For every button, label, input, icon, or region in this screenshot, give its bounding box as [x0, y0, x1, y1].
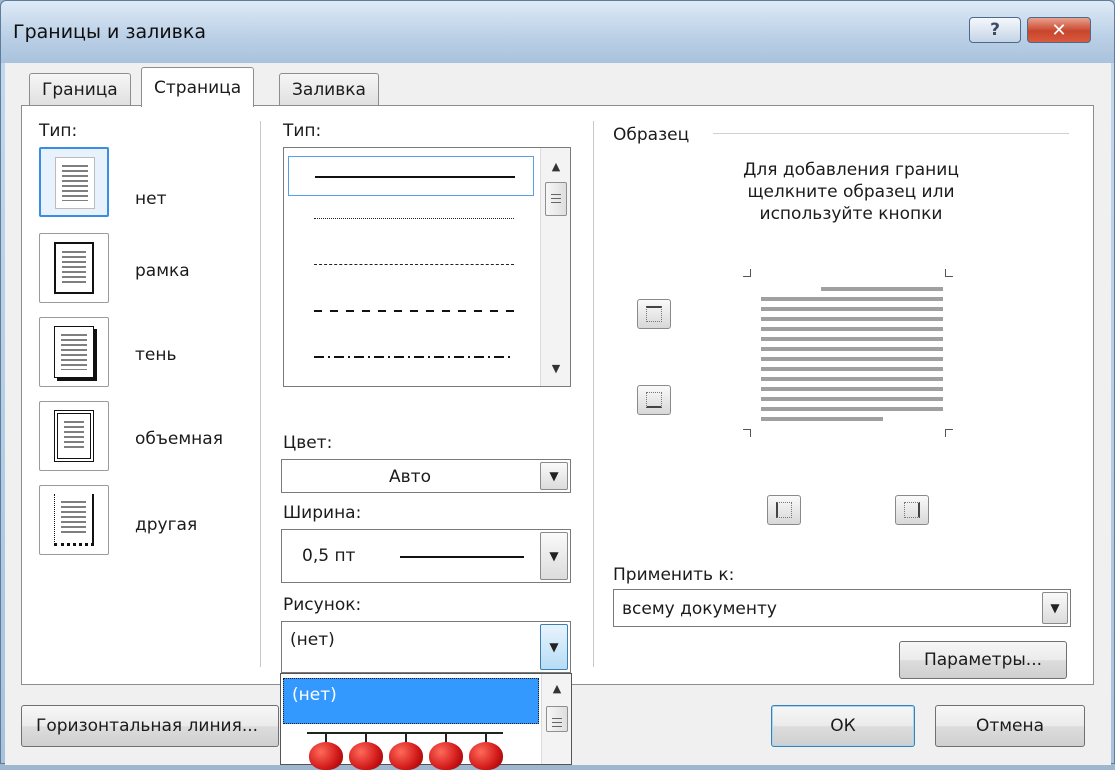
art-option-none[interactable]: (нет)	[283, 678, 539, 724]
width-value: 0,5 пт	[302, 546, 356, 566]
apply-to-value: всему документу	[622, 599, 777, 619]
style-label: Тип:	[283, 121, 322, 141]
preview-hint: Для добавления границ щелкните образец и…	[743, 160, 959, 224]
art-combo[interactable]: (нет) ▼	[281, 621, 571, 673]
scroll-down-icon[interactable]: ▼	[541, 362, 571, 375]
setting-custom-label[interactable]: другая	[135, 515, 197, 535]
divider	[260, 121, 261, 667]
setting-none-icon[interactable]	[39, 147, 109, 217]
berry-icon	[349, 742, 383, 770]
preview-label: Образец	[613, 125, 690, 145]
setting-shadow-label[interactable]: тень	[135, 345, 177, 365]
close-icon: ✕	[1051, 19, 1067, 41]
scroll-up-icon[interactable]: ▲	[541, 160, 571, 173]
scroll-thumb[interactable]	[545, 182, 567, 216]
bottom-border-button[interactable]	[637, 385, 671, 415]
tab-page-border[interactable]: Страница	[141, 67, 255, 107]
color-value: Авто	[389, 467, 431, 487]
tab-borders[interactable]: Граница	[29, 73, 131, 105]
berry-icon	[429, 742, 463, 770]
art-option-berries[interactable]	[285, 726, 539, 770]
style-option-dash-dot[interactable]	[288, 340, 534, 376]
style-option-dashed[interactable]	[288, 294, 534, 330]
berry-icon	[389, 742, 423, 770]
art-label: Рисунок:	[283, 595, 362, 615]
chevron-down-icon[interactable]: ▼	[540, 462, 568, 490]
preview-separator	[713, 133, 1069, 134]
apply-to-combo[interactable]: всему документу ▼	[613, 589, 1071, 627]
setting-shadow-icon[interactable]	[39, 317, 109, 387]
top-border-icon	[646, 306, 662, 322]
setting-box-icon[interactable]	[39, 233, 109, 303]
berry-icon	[309, 742, 343, 770]
art-dropdown-list[interactable]: (нет) ▲	[280, 673, 572, 770]
ok-button[interactable]: ОК	[771, 705, 915, 747]
art-list-scrollbar[interactable]: ▲	[541, 674, 571, 764]
color-label: Цвет:	[283, 433, 333, 453]
title-bar[interactable]: Границы и заливка ? ✕	[1, 1, 1114, 63]
cancel-button-label: Отмена	[975, 716, 1045, 736]
close-button[interactable]: ✕	[1027, 17, 1091, 43]
tab-label: Страница	[154, 77, 242, 98]
scroll-thumb[interactable]	[546, 706, 568, 732]
style-option-solid[interactable]	[288, 156, 534, 196]
setting-none-label[interactable]: нет	[135, 189, 166, 209]
tab-shading[interactable]: Заливка	[279, 73, 379, 105]
top-border-button[interactable]	[637, 299, 671, 329]
options-button-label: Параметры...	[923, 650, 1043, 670]
chevron-down-icon[interactable]: ▼	[540, 624, 568, 670]
width-label: Ширина:	[283, 503, 362, 523]
style-option-dotted[interactable]	[288, 200, 534, 236]
help-button[interactable]: ?	[969, 17, 1021, 43]
ok-button-label: ОК	[830, 716, 856, 736]
chevron-down-icon[interactable]: ▼	[540, 532, 568, 580]
preview-page[interactable]	[735, 261, 971, 445]
width-combo[interactable]: 0,5 пт ▼	[281, 529, 571, 583]
setting-label: Тип:	[39, 121, 78, 141]
right-border-icon	[904, 502, 920, 518]
berry-icon	[469, 742, 503, 770]
dialog-title: Границы и заливка	[13, 21, 206, 43]
color-combo[interactable]: Авто ▼	[281, 459, 571, 493]
bottom-border-icon	[646, 392, 662, 408]
setting-3d-icon[interactable]	[39, 401, 109, 471]
style-list[interactable]: ▲ ▼	[283, 147, 571, 387]
setting-3d-label[interactable]: объемная	[135, 429, 223, 449]
setting-box-label[interactable]: рамка	[135, 261, 190, 281]
width-preview-line	[400, 556, 524, 558]
style-option-dashed-small[interactable]	[288, 244, 534, 280]
dialog-window: Границы и заливка ? ✕ Граница Страница З…	[0, 0, 1115, 770]
art-value: (нет)	[290, 630, 335, 650]
chevron-down-icon[interactable]: ▼	[1042, 592, 1068, 624]
left-border-button[interactable]	[767, 495, 801, 525]
horizontal-line-button[interactable]: Горизонтальная линия...	[21, 705, 279, 747]
tab-label: Граница	[42, 79, 118, 100]
help-icon: ?	[990, 20, 1000, 40]
scroll-up-icon[interactable]: ▲	[542, 682, 572, 695]
options-button[interactable]: Параметры...	[899, 641, 1067, 679]
tab-label: Заливка	[292, 79, 366, 100]
style-scrollbar[interactable]: ▲ ▼	[540, 148, 570, 386]
setting-custom-icon[interactable]	[39, 485, 109, 555]
cancel-button[interactable]: Отмена	[935, 705, 1085, 747]
right-border-button[interactable]	[895, 495, 929, 525]
horizontal-line-label: Горизонтальная линия...	[36, 716, 259, 736]
apply-to-label: Применить к:	[613, 565, 735, 585]
left-border-icon	[776, 502, 792, 518]
divider	[593, 121, 594, 667]
art-option-none-label: (нет)	[292, 685, 337, 705]
